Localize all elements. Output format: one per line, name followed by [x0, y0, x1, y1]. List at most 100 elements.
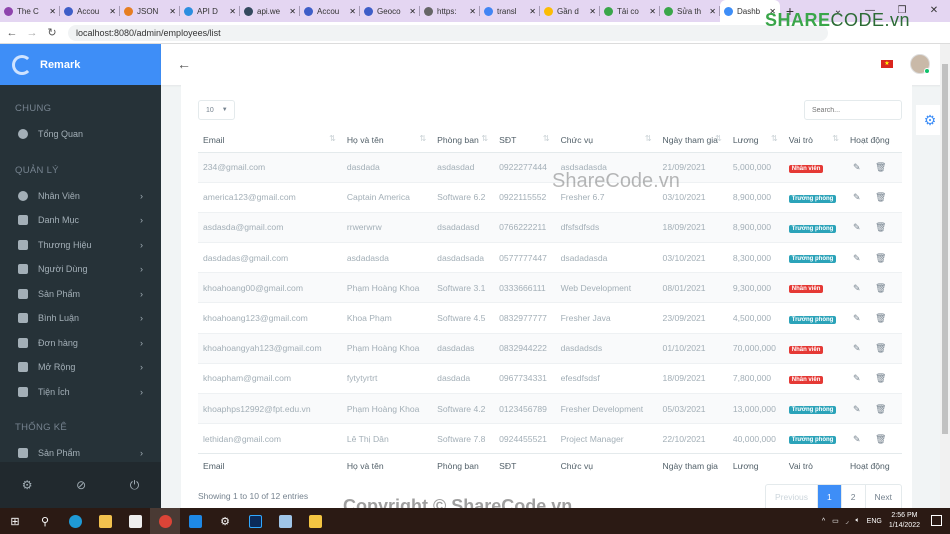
- reload-icon[interactable]: ↻: [44, 26, 60, 39]
- browser-tab[interactable]: Gần d ✕: [540, 0, 600, 22]
- browser-tab[interactable]: api.we ✕: [240, 0, 300, 22]
- tab-close-icon[interactable]: ✕: [229, 7, 236, 16]
- vscode-icon[interactable]: [180, 508, 210, 534]
- tab-close-icon[interactable]: ✕: [649, 7, 656, 16]
- column-header[interactable]: Họ và tên ⇅: [341, 128, 433, 153]
- trash-icon[interactable]: 🗑︎: [875, 192, 886, 202]
- tab-close-icon[interactable]: ✕: [469, 7, 476, 16]
- edge-icon[interactable]: [60, 508, 90, 534]
- column-header[interactable]: Vai trò ⇅: [783, 128, 845, 153]
- previous-page-button[interactable]: Previous: [766, 485, 817, 510]
- tab-close-icon[interactable]: ✕: [49, 7, 56, 16]
- clock[interactable]: 2:56 PM 1/14/2022: [889, 511, 920, 531]
- edit-icon[interactable]: ✎: [853, 162, 862, 172]
- search-input[interactable]: [804, 100, 902, 120]
- sidebar-item[interactable]: Sản Phẩm ›: [0, 282, 161, 307]
- trash-icon[interactable]: 🗑︎: [875, 283, 886, 293]
- column-header[interactable]: Email ⇅: [198, 128, 342, 153]
- sidebar-item[interactable]: Nhân Viên ›: [0, 184, 161, 209]
- browser-tab[interactable]: API D ✕: [180, 0, 240, 22]
- browser-tab[interactable]: JSON ✕: [120, 0, 180, 22]
- page-2-button[interactable]: 2: [840, 485, 865, 510]
- wifi-icon[interactable]: ◞: [846, 517, 849, 525]
- trash-icon[interactable]: 🗑︎: [875, 162, 886, 172]
- url-input[interactable]: ⓘlocalhost:8080/admin/employees/list: [17, 24, 828, 438]
- eye-slash-icon[interactable]: ⊘: [76, 478, 86, 492]
- browser-tab[interactable]: The C ✕: [0, 0, 60, 22]
- tab-close-icon[interactable]: ✕: [109, 7, 116, 16]
- page-length-select[interactable]: 10 ▼: [198, 100, 235, 120]
- edit-icon[interactable]: ✎: [853, 373, 862, 383]
- edit-icon[interactable]: ✎: [853, 283, 862, 293]
- avatar[interactable]: [910, 54, 930, 74]
- page-1-button[interactable]: 1: [817, 485, 841, 510]
- gear-app-icon[interactable]: ⚙: [210, 508, 240, 534]
- column-header[interactable]: Ngày tham gia ⇅: [657, 128, 728, 153]
- settings-icon[interactable]: ⚙: [22, 478, 33, 492]
- trash-icon[interactable]: 🗑︎: [875, 343, 886, 353]
- column-header[interactable]: Chức vụ ⇅: [555, 128, 658, 153]
- tab-close-icon[interactable]: ✕: [529, 7, 536, 16]
- file-explorer-icon[interactable]: [90, 508, 120, 534]
- search-icon[interactable]: ⚲: [30, 508, 60, 534]
- browser-tab[interactable]: https: ✕: [420, 0, 480, 22]
- browser-tab[interactable]: Sửa th ✕: [660, 0, 720, 22]
- next-page-button[interactable]: Next: [864, 485, 901, 510]
- column-header[interactable]: SĐT ⇅: [494, 128, 556, 153]
- sidebar-item[interactable]: Đơn hàng ›: [0, 331, 161, 356]
- sidebar-item[interactable]: Tiện Ích ›: [0, 380, 161, 405]
- store-icon[interactable]: [120, 508, 150, 534]
- sidebar-item[interactable]: Mở Rộng ›: [0, 355, 161, 380]
- edit-icon[interactable]: ✎: [853, 222, 862, 232]
- tab-close-icon[interactable]: ✕: [589, 7, 596, 16]
- edit-icon[interactable]: ✎: [853, 313, 862, 323]
- browser-tab[interactable]: transl ✕: [480, 0, 540, 22]
- windows-start-icon[interactable]: ⊞: [0, 508, 30, 534]
- notepad-icon[interactable]: [270, 508, 300, 534]
- app-logo[interactable]: Remark: [0, 44, 161, 85]
- page-scrollbar[interactable]: [940, 44, 950, 508]
- sidebar-item[interactable]: Thương Hiệu ›: [0, 233, 161, 258]
- back-arrow-icon[interactable]: ←: [177, 56, 191, 72]
- sidebar-item[interactable]: Bình Luận ›: [0, 306, 161, 331]
- browser-tab[interactable]: Geoco ✕: [360, 0, 420, 22]
- volume-icon[interactable]: 🔈︎: [855, 517, 859, 525]
- sidebar-item[interactable]: Người Dùng ›: [0, 257, 161, 282]
- trash-icon[interactable]: 🗑︎: [875, 313, 886, 323]
- forward-nav-icon[interactable]: →: [24, 27, 40, 39]
- trash-icon[interactable]: 🗑︎: [875, 434, 886, 444]
- trash-icon[interactable]: 🗑︎: [875, 404, 886, 414]
- scrollbar-thumb[interactable]: [942, 64, 948, 434]
- browser-tab[interactable]: Tải co ✕: [600, 0, 660, 22]
- power-icon[interactable]: ⏻: [130, 478, 140, 493]
- tab-close-icon[interactable]: ✕: [709, 7, 716, 16]
- tab-close-icon[interactable]: ✕: [169, 7, 176, 16]
- column-header[interactable]: Lương ⇅: [727, 128, 784, 153]
- edit-icon[interactable]: ✎: [853, 253, 862, 263]
- sidebar-item[interactable]: Tổng Quan: [0, 122, 161, 147]
- trash-icon[interactable]: 🗑︎: [875, 253, 886, 263]
- sidebar-item[interactable]: Danh Mục ›: [0, 208, 161, 233]
- trash-icon[interactable]: 🗑︎: [875, 373, 886, 383]
- edit-icon[interactable]: ✎: [853, 192, 862, 202]
- close-window-button[interactable]: ✕: [918, 0, 950, 22]
- tab-close-icon[interactable]: ✕: [409, 7, 416, 16]
- photoshop-icon[interactable]: [240, 508, 270, 534]
- column-header[interactable]: Phòng ban ⇅: [432, 128, 495, 153]
- tab-close-icon[interactable]: ✕: [289, 7, 296, 16]
- tray-chevron-icon[interactable]: ^: [822, 518, 825, 525]
- notification-center-icon[interactable]: [931, 515, 942, 526]
- language-indicator[interactable]: ENG: [867, 518, 882, 525]
- back-nav-icon[interactable]: ←: [4, 27, 20, 39]
- battery-icon[interactable]: ▭: [832, 517, 839, 525]
- browser-tab[interactable]: Accou ✕: [300, 0, 360, 22]
- tab-close-icon[interactable]: ✕: [349, 7, 356, 16]
- browser-tab[interactable]: Accou ✕: [60, 0, 120, 22]
- chrome-icon[interactable]: [150, 508, 180, 534]
- vietnam-flag-icon[interactable]: ★: [881, 60, 893, 68]
- trash-icon[interactable]: 🗑︎: [875, 222, 886, 232]
- edit-icon[interactable]: ✎: [853, 434, 862, 444]
- edit-icon[interactable]: ✎: [853, 404, 862, 414]
- edit-icon[interactable]: ✎: [853, 343, 862, 353]
- snipping-tool-icon[interactable]: [300, 508, 330, 534]
